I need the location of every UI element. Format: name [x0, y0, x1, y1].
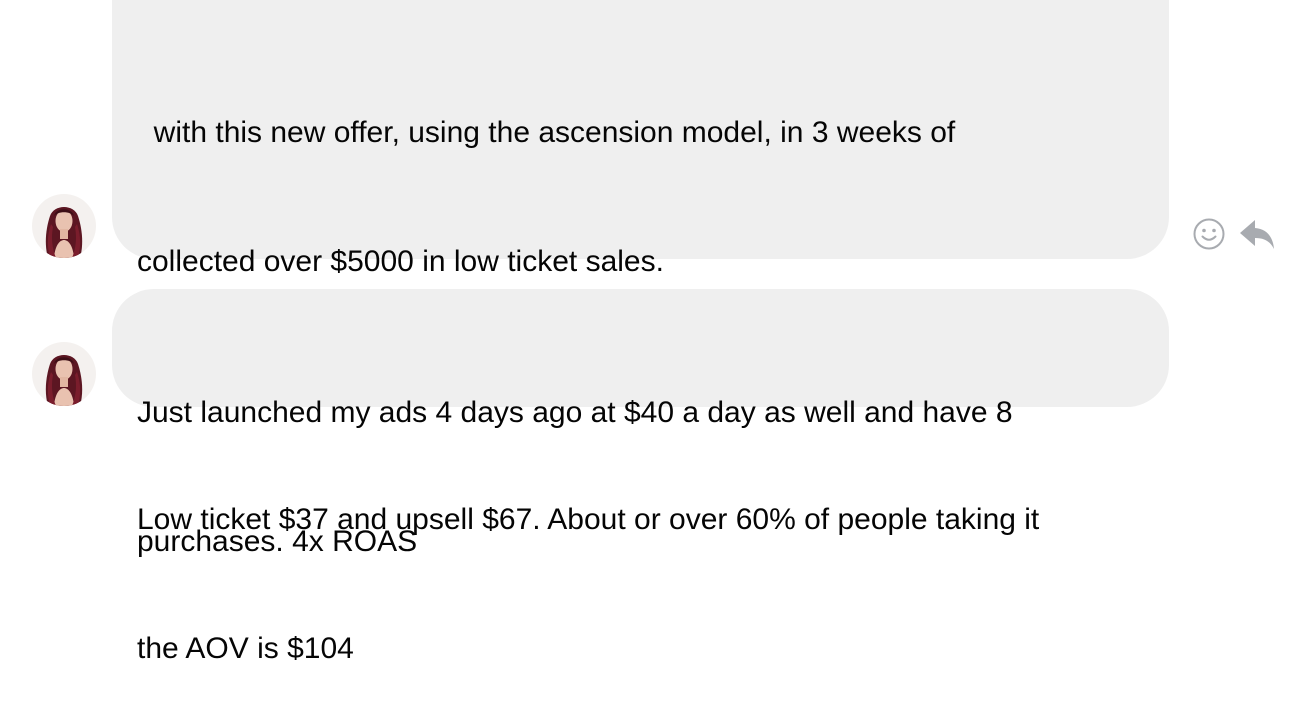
- sender-avatar[interactable]: [32, 194, 96, 258]
- reply-button[interactable]: [1238, 216, 1276, 252]
- message-text-line: collected over $5000 in low ticket sales…: [137, 245, 664, 278]
- reply-arrow-icon: [1240, 220, 1274, 249]
- message-bubble: Just launched my ads 4 days ago at $40 a…: [112, 289, 1169, 558]
- react-button[interactable]: [1192, 217, 1226, 251]
- message-text-line: the AOV is $104: [137, 632, 354, 665]
- message-bubble: with this new offer, using the ascension…: [112, 0, 1169, 665]
- sender-avatar[interactable]: [32, 342, 96, 406]
- avatar-photo-icon: [32, 194, 96, 258]
- smiley-face-icon: [1193, 218, 1225, 250]
- message-text-line: Just launched my ads 4 days ago at $40 a…: [137, 396, 1013, 429]
- avatar-photo-icon: [32, 342, 96, 406]
- message-text-line: with this new offer, using the ascension…: [137, 116, 956, 149]
- message-text-line: purchases. 4x ROAS: [137, 525, 418, 558]
